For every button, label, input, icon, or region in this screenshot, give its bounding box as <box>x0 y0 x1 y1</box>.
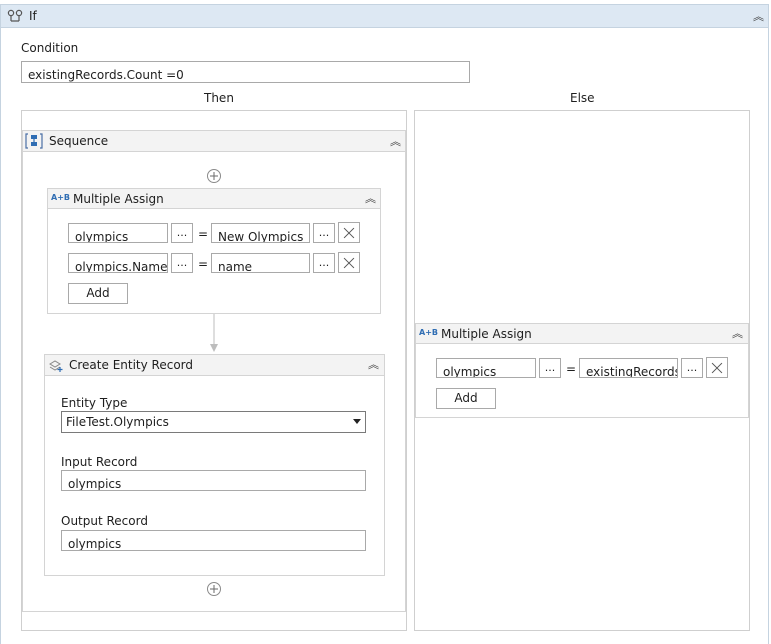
assign-target-input[interactable]: olympics <box>68 223 168 243</box>
assign-icon: A+B <box>419 328 438 337</box>
input-record-label: Input Record <box>61 455 138 469</box>
ellipsis-button[interactable]: ... <box>313 223 335 243</box>
collapse-icon[interactable]: ︽ <box>753 11 764 23</box>
equals-sign: = <box>197 257 209 271</box>
if-activity-header[interactable]: If ︽ <box>0 4 769 28</box>
multiple-assign-title: Multiple Assign <box>441 327 532 341</box>
condition-input[interactable]: existingRecords.Count =0 <box>21 61 470 83</box>
if-title: If <box>29 9 37 23</box>
collapse-icon[interactable]: ︽ <box>390 136 401 148</box>
assign-icon: A+B <box>51 193 70 202</box>
assign-value-input[interactable]: existingRecords.l <box>579 358 678 378</box>
multiple-assign-then-header[interactable]: A+B Multiple Assign ︽ <box>48 189 380 209</box>
delete-row-icon[interactable] <box>706 357 728 378</box>
assign-value-input[interactable]: New Olympics <box>211 223 310 243</box>
delete-row-icon[interactable] <box>338 252 360 273</box>
multiple-assign-title: Multiple Assign <box>73 192 164 206</box>
entity-type-label: Entity Type <box>61 396 128 410</box>
entity-type-select[interactable]: FileTest.Olympics <box>61 411 366 433</box>
output-record-label: Output Record <box>61 514 148 528</box>
collapse-icon[interactable]: ︽ <box>365 193 376 205</box>
add-activity-icon[interactable] <box>207 582 221 596</box>
create-entity-header[interactable]: Create Entity Record ︽ <box>45 355 384 376</box>
collapse-icon[interactable]: ︽ <box>368 359 379 371</box>
chevron-down-icon <box>353 419 361 424</box>
connector-arrow-icon <box>210 314 218 352</box>
multiple-assign-else-header[interactable]: A+B Multiple Assign ︽ <box>416 324 748 344</box>
add-activity-icon[interactable] <box>207 169 221 183</box>
output-record-field[interactable]: olympics <box>61 530 366 551</box>
add-button[interactable]: Add <box>436 388 496 409</box>
equals-sign: = <box>565 362 577 376</box>
sequence-icon <box>25 133 43 149</box>
sequence-title: Sequence <box>49 134 109 148</box>
assign-target-input[interactable]: olympics <box>436 358 536 378</box>
assign-target-input[interactable]: olympics.Name <box>68 253 168 273</box>
ellipsis-button[interactable]: ... <box>539 358 561 378</box>
ellipsis-button[interactable]: ... <box>171 253 193 273</box>
ellipsis-button[interactable]: ... <box>313 253 335 273</box>
equals-sign: = <box>197 227 209 241</box>
create-entity-icon <box>49 360 63 372</box>
collapse-icon[interactable]: ︽ <box>732 328 743 340</box>
input-record-field[interactable]: olympics <box>61 470 366 491</box>
add-button[interactable]: Add <box>68 283 128 304</box>
ellipsis-button[interactable]: ... <box>171 223 193 243</box>
sequence-header[interactable]: Sequence ︽ <box>23 131 405 152</box>
else-label: Else <box>570 91 595 105</box>
if-activity-icon <box>7 9 23 22</box>
condition-label: Condition <box>21 41 79 55</box>
then-label: Then <box>204 91 234 105</box>
assign-value-input[interactable]: name <box>211 253 310 273</box>
ellipsis-button[interactable]: ... <box>681 358 703 378</box>
delete-row-icon[interactable] <box>338 222 360 243</box>
create-entity-title: Create Entity Record <box>69 358 193 372</box>
